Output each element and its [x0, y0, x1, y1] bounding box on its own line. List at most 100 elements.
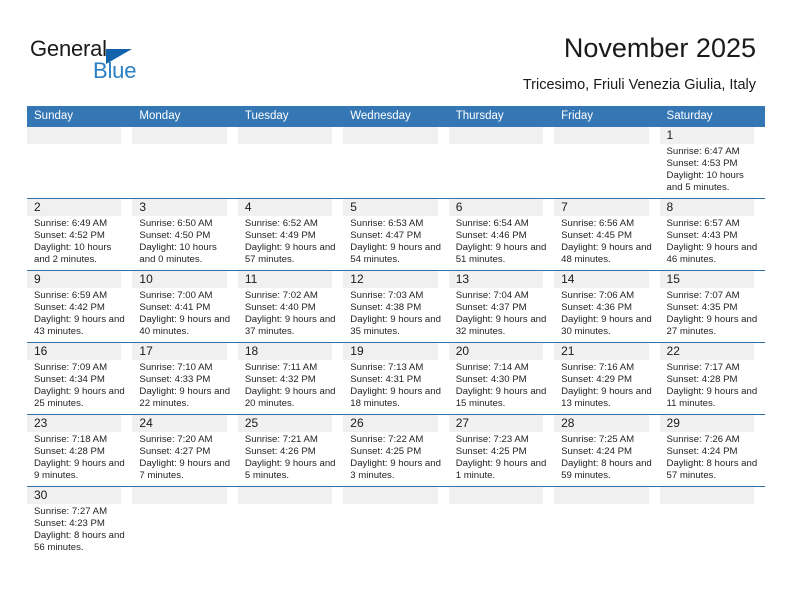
day-number-strip [448, 127, 544, 144]
calendar-day-cell[interactable]: 24 Sunrise: 7:20 AM Sunset: 4:27 PM Dayligh… [132, 415, 237, 486]
daylight-text: Daylight: 9 hours and 3 minutes. [350, 458, 441, 482]
calendar-day-cell[interactable]: 15 Sunrise: 7:07 AM Sunset: 4:35 PM Dayligh… [659, 271, 765, 342]
daylight-text: Daylight: 9 hours and 46 minutes. [666, 242, 758, 266]
weekday-header-row: Sunday Monday Tuesday Wednesday Thursday Frid… [27, 106, 765, 127]
daylight-text: Daylight: 9 hours and 27 minutes. [666, 314, 758, 338]
sunset-text: Sunset: 4:29 PM [561, 374, 633, 386]
day-number-strip: 3 [132, 199, 227, 216]
calendar-day-cell[interactable]: 11 Sunrise: 7:02 AM Sunset: 4:40 PM Dayligh… [237, 271, 343, 342]
day-number-strip: 24 [132, 415, 227, 432]
day-sun-info: Sunrise: 6:57 AM Sunset: 4:43 PM Daylight:… [660, 216, 759, 266]
daylight-text: Daylight: 9 hours and 15 minutes. [455, 386, 547, 410]
calendar-day-cell[interactable]: 21 Sunrise: 7:16 AM Sunset: 4:29 PM Dayligh… [554, 343, 659, 414]
calendar-day-cell[interactable]: 28 Sunrise: 7:25 AM Sunset: 4:24 PM Dayligh… [554, 415, 659, 486]
calendar-day-cell[interactable]: 14 Sunrise: 7:06 AM Sunset: 4:36 PM Dayligh… [554, 271, 659, 342]
daylight-text: Daylight: 10 hours and 2 minutes. [34, 242, 112, 266]
day-sun-info: Sunrise: 7:10 AM Sunset: 4:33 PM Daylight:… [132, 360, 231, 410]
calendar-day-cell[interactable]: 8 Sunrise: 6:57 AM Sunset: 4:43 PM Daylight… [659, 199, 765, 270]
day-number: 29 [666, 416, 680, 430]
calendar-day-cell-empty [448, 487, 554, 559]
calendar-day-cell[interactable]: 29 Sunrise: 7:26 AM Sunset: 4:24 PM Dayligh… [659, 415, 765, 486]
day-sun-info: Sunrise: 7:13 AM Sunset: 4:31 PM Daylight:… [343, 360, 442, 410]
sunset-text: Sunset: 4:24 PM [666, 446, 738, 458]
calendar-day-cell[interactable]: 19 Sunrise: 7:13 AM Sunset: 4:31 PM Dayligh… [343, 343, 448, 414]
general-blue-logo: General Blue [30, 36, 230, 88]
day-number-strip: 1 [659, 127, 754, 144]
day-sun-info: Sunrise: 7:22 AM Sunset: 4:25 PM Daylight:… [343, 432, 442, 482]
day-number-strip [343, 487, 438, 504]
calendar-day-cell[interactable]: 17 Sunrise: 7:10 AM Sunset: 4:33 PM Dayligh… [132, 343, 237, 414]
sunset-text: Sunset: 4:28 PM [666, 374, 738, 386]
sunset-text: Sunset: 4:40 PM [244, 302, 316, 314]
calendar-day-cell[interactable]: 13 Sunrise: 7:04 AM Sunset: 4:37 PM Dayligh… [448, 271, 554, 342]
calendar-day-cell[interactable]: 25 Sunrise: 7:21 AM Sunset: 4:26 PM Dayligh… [237, 415, 343, 486]
calendar-day-cell[interactable]: 20 Sunrise: 7:14 AM Sunset: 4:30 PM Dayligh… [448, 343, 554, 414]
day-number-strip [237, 487, 333, 504]
calendar-day-cell[interactable]: 30 Sunrise: 7:27 AM Sunset: 4:23 PM Dayligh… [27, 487, 132, 559]
daylight-text: Daylight: 9 hours and 25 minutes. [34, 386, 125, 410]
sunset-text: Sunset: 4:41 PM [139, 302, 211, 314]
calendar-day-cell[interactable]: 5 Sunrise: 6:53 AM Sunset: 4:47 PM Daylight… [343, 199, 448, 270]
day-number-strip: 26 [343, 415, 438, 432]
daylight-text: Daylight: 9 hours and 35 minutes. [350, 314, 441, 338]
day-number-strip: 8 [659, 199, 754, 216]
calendar-day-cell[interactable]: 3 Sunrise: 6:50 AM Sunset: 4:50 PM Daylight… [132, 199, 237, 270]
daylight-text: Daylight: 9 hours and 22 minutes. [139, 386, 231, 410]
daylight-text: Daylight: 9 hours and 37 minutes. [244, 314, 336, 338]
calendar-day-cell[interactable]: 18 Sunrise: 7:11 AM Sunset: 4:32 PM Dayligh… [237, 343, 343, 414]
page-title: November 2025 [563, 33, 756, 63]
calendar-day-cell[interactable]: 6 Sunrise: 6:54 AM Sunset: 4:46 PM Daylight… [448, 199, 554, 270]
daylight-text: Daylight: 9 hours and 20 minutes. [244, 386, 336, 410]
page-subtitle: Tricesimo, Friuli Venezia Giulia, Italy [522, 77, 756, 93]
calendar-day-cell[interactable]: 2 Sunrise: 6:49 AM Sunset: 4:52 PM Daylight… [27, 199, 132, 270]
day-number-strip: 17 [132, 343, 227, 360]
daylight-text: Daylight: 8 hours and 59 minutes. [561, 458, 652, 482]
weekday-header-saturday: Saturday [666, 110, 713, 122]
daylight-text: Daylight: 9 hours and 11 minutes. [666, 386, 758, 410]
day-number: 17 [139, 344, 153, 358]
day-sun-info: Sunrise: 7:20 AM Sunset: 4:27 PM Daylight:… [132, 432, 231, 482]
calendar-day-cell[interactable]: 26 Sunrise: 7:22 AM Sunset: 4:25 PM Dayligh… [343, 415, 448, 486]
calendar-day-cell[interactable]: 9 Sunrise: 6:59 AM Sunset: 4:42 PM Daylight… [27, 271, 132, 342]
sunset-text: Sunset: 4:31 PM [350, 374, 422, 386]
daylight-text: Daylight: 10 hours and 0 minutes. [139, 242, 217, 266]
daylight-text: Daylight: 8 hours and 57 minutes. [666, 458, 758, 482]
calendar-day-cell[interactable]: 27 Sunrise: 7:23 AM Sunset: 4:25 PM Dayligh… [448, 415, 554, 486]
day-sun-info: Sunrise: 7:07 AM Sunset: 4:35 PM Daylight:… [660, 288, 759, 338]
day-sun-info: Sunrise: 6:47 AM Sunset: 4:53 PM Daylight:… [660, 144, 759, 194]
daylight-text: Daylight: 9 hours and 57 minutes. [244, 242, 336, 266]
daylight-text: Daylight: 9 hours and 7 minutes. [139, 458, 231, 482]
day-number-strip [659, 487, 754, 504]
sunrise-text: Sunrise: 7:23 AM [455, 434, 529, 445]
calendar-day-cell-empty [237, 127, 343, 198]
sunrise-text: Sunrise: 6:50 AM [139, 218, 213, 229]
day-number-strip: 12 [343, 271, 438, 288]
sunset-text: Sunset: 4:37 PM [455, 302, 527, 314]
logo-text-blue: Blue [93, 58, 137, 83]
day-number-strip: 10 [132, 271, 227, 288]
day-sun-info: Sunrise: 7:18 AM Sunset: 4:28 PM Daylight:… [27, 432, 126, 482]
day-number: 12 [350, 272, 364, 286]
day-sun-info: Sunrise: 7:06 AM Sunset: 4:36 PM Daylight:… [554, 288, 653, 338]
day-number: 25 [244, 416, 259, 430]
day-number: 19 [350, 344, 364, 358]
calendar-day-cell[interactable]: 23 Sunrise: 7:18 AM Sunset: 4:28 PM Dayligh… [27, 415, 132, 486]
daylight-text: Daylight: 10 hours and 5 minutes. [666, 170, 744, 194]
day-number: 14 [561, 272, 575, 286]
calendar-day-cell[interactable]: 1 Sunrise: 6:47 AM Sunset: 4:53 PM Daylight… [659, 127, 765, 198]
day-number-strip: 23 [27, 415, 122, 432]
calendar-day-cell[interactable]: 12 Sunrise: 7:03 AM Sunset: 4:38 PM Dayligh… [343, 271, 448, 342]
sunset-text: Sunset: 4:35 PM [666, 302, 738, 314]
day-number-strip: 18 [237, 343, 333, 360]
day-sun-info: Sunrise: 7:04 AM Sunset: 4:37 PM Daylight:… [449, 288, 548, 338]
calendar-day-cell[interactable]: 4 Sunrise: 6:52 AM Sunset: 4:49 PM Daylight… [237, 199, 343, 270]
sunrise-text: Sunrise: 7:26 AM [666, 434, 740, 445]
sunrise-text: Sunrise: 7:21 AM [244, 434, 318, 445]
day-number-strip [237, 127, 333, 144]
calendar-day-cell[interactable]: 7 Sunrise: 6:56 AM Sunset: 4:45 PM Daylight… [554, 199, 659, 270]
calendar-day-cell[interactable]: 22 Sunrise: 7:17 AM Sunset: 4:28 PM Dayligh… [659, 343, 765, 414]
day-sun-info: Sunrise: 7:21 AM Sunset: 4:26 PM Daylight:… [238, 432, 337, 482]
calendar-day-cell[interactable]: 10 Sunrise: 7:00 AM Sunset: 4:41 PM Dayligh… [132, 271, 237, 342]
sunrise-text: Sunrise: 7:04 AM [455, 290, 529, 301]
calendar-day-cell[interactable]: 16 Sunrise: 7:09 AM Sunset: 4:34 PM Dayligh… [27, 343, 132, 414]
